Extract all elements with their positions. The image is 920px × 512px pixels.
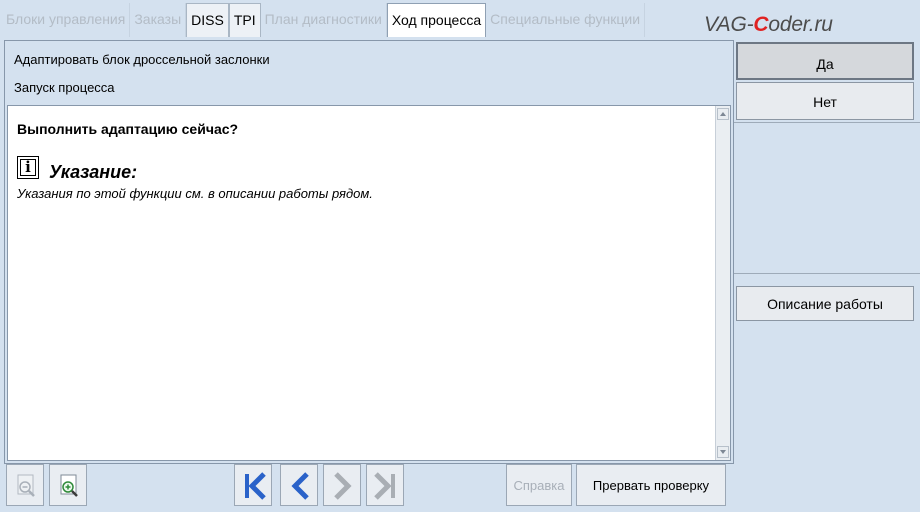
logo-part-3: oder.ru xyxy=(768,13,833,36)
last-step-button[interactable] xyxy=(366,464,404,506)
tab-special-functions[interactable]: Специальные функции xyxy=(486,3,646,37)
help-button[interactable]: Справка xyxy=(506,464,572,506)
zoom-out-button[interactable] xyxy=(6,464,44,506)
scroll-down-arrow-icon[interactable] xyxy=(717,446,729,458)
logo-accent-letter: C xyxy=(753,13,769,36)
process-status: Запуск процесса xyxy=(14,80,115,95)
skip-to-end-icon xyxy=(374,472,395,500)
zoom-in-icon xyxy=(60,474,78,497)
tab-control-units[interactable]: Блоки управления xyxy=(2,3,131,37)
info-glyph: i xyxy=(25,158,31,176)
tab-orders[interactable]: Заказы xyxy=(130,3,187,37)
bottom-toolbar: Справка Прервать проверку xyxy=(0,464,734,512)
previous-step-button[interactable] xyxy=(280,464,318,506)
first-step-button[interactable] xyxy=(234,464,272,506)
question-text: Выполнить адаптацию сейчас? xyxy=(17,121,239,137)
info-icon: i xyxy=(17,156,39,179)
skip-to-start-icon xyxy=(245,472,266,500)
right-panel: Да Нет Описание работы xyxy=(734,40,920,512)
tab-diagnostic-plan[interactable]: План диагностики xyxy=(261,3,387,37)
no-button[interactable]: Нет xyxy=(736,82,914,120)
note-text: Указания по этой функции см. в описании … xyxy=(17,186,373,201)
vertical-scrollbar[interactable] xyxy=(715,106,730,460)
logo-part-1: VAG- xyxy=(704,13,754,36)
function-title: Адаптировать блок дроссельной заслонки xyxy=(14,52,270,67)
divider xyxy=(734,273,920,274)
tab-process-flow[interactable]: Ход процесса xyxy=(386,3,487,37)
main-panel: Адаптировать блок дроссельной заслонки З… xyxy=(4,40,734,464)
note-title: Указание: xyxy=(49,162,138,182)
next-step-button[interactable] xyxy=(323,464,361,506)
chevron-left-icon xyxy=(291,472,309,500)
yes-button[interactable]: Да xyxy=(736,42,914,80)
divider xyxy=(734,122,920,123)
content-area: Выполнить адаптацию сейчас? i Указание: … xyxy=(7,105,731,461)
watermark-logo: VAG-Coder.ru xyxy=(704,13,904,37)
tab-bar: Блоки управления Заказы DISS TPI План ди… xyxy=(0,0,920,40)
zoom-out-icon xyxy=(17,474,35,497)
chevron-right-icon xyxy=(334,472,352,500)
abort-test-button[interactable]: Прервать проверку xyxy=(576,464,726,506)
tab-tpi[interactable]: TPI xyxy=(228,3,261,37)
tab-diss[interactable]: DISS xyxy=(186,3,229,37)
zoom-in-button[interactable] xyxy=(49,464,87,506)
scroll-up-arrow-icon[interactable] xyxy=(717,108,729,120)
work-description-button[interactable]: Описание работы xyxy=(736,286,914,321)
tabs: Блоки управления Заказы DISS TPI План ди… xyxy=(2,3,646,37)
